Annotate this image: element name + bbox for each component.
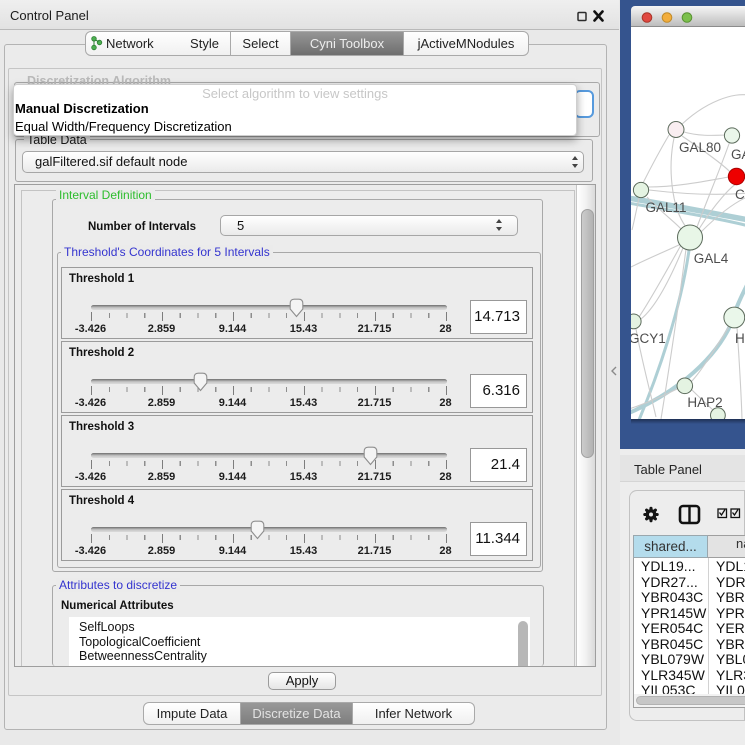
svg-text:H: H — [735, 331, 745, 346]
svg-text:GAL80: GAL80 — [679, 140, 721, 155]
svg-text:GAL11: GAL11 — [645, 200, 686, 215]
svg-text:C: C — [735, 187, 745, 202]
svg-text:GCY1: GCY1 — [631, 331, 666, 346]
svg-text:GA: GA — [731, 147, 745, 162]
svg-text:HAP2: HAP2 — [687, 395, 722, 410]
svg-text:GAL4: GAL4 — [694, 251, 729, 266]
